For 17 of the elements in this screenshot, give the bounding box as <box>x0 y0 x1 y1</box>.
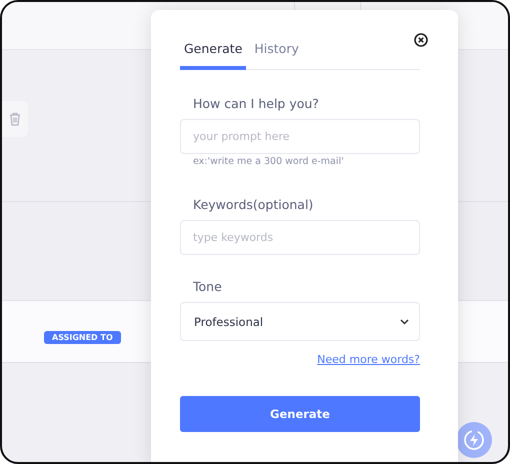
keywords-field[interactable]: type keywords <box>180 220 420 255</box>
field-label: How can I help you? <box>192 96 320 111</box>
prompt-field[interactable]: your prompt here <box>180 119 420 154</box>
tone-dropdown[interactable]: Professional <box>180 302 420 341</box>
assigned-tag: ASSIGNED TO <box>44 331 121 344</box>
bolt-icon <box>463 429 485 451</box>
generate-button[interactable]: Generate <box>180 396 420 432</box>
close-icon[interactable] <box>414 33 428 47</box>
bolt-button[interactable] <box>456 422 492 458</box>
field-label: Tone <box>192 279 223 294</box>
chevron-down-icon <box>400 318 409 324</box>
tab[interactable]: Generate <box>180 35 246 70</box>
field-label: Keywords(optional) <box>192 197 314 212</box>
trash-icon[interactable] <box>9 112 21 126</box>
field-hint: ex:'write me a 300 word e-mail' <box>192 156 345 167</box>
more-words-link[interactable]: Need more words? <box>317 353 420 366</box>
tab[interactable]: History <box>250 35 303 70</box>
